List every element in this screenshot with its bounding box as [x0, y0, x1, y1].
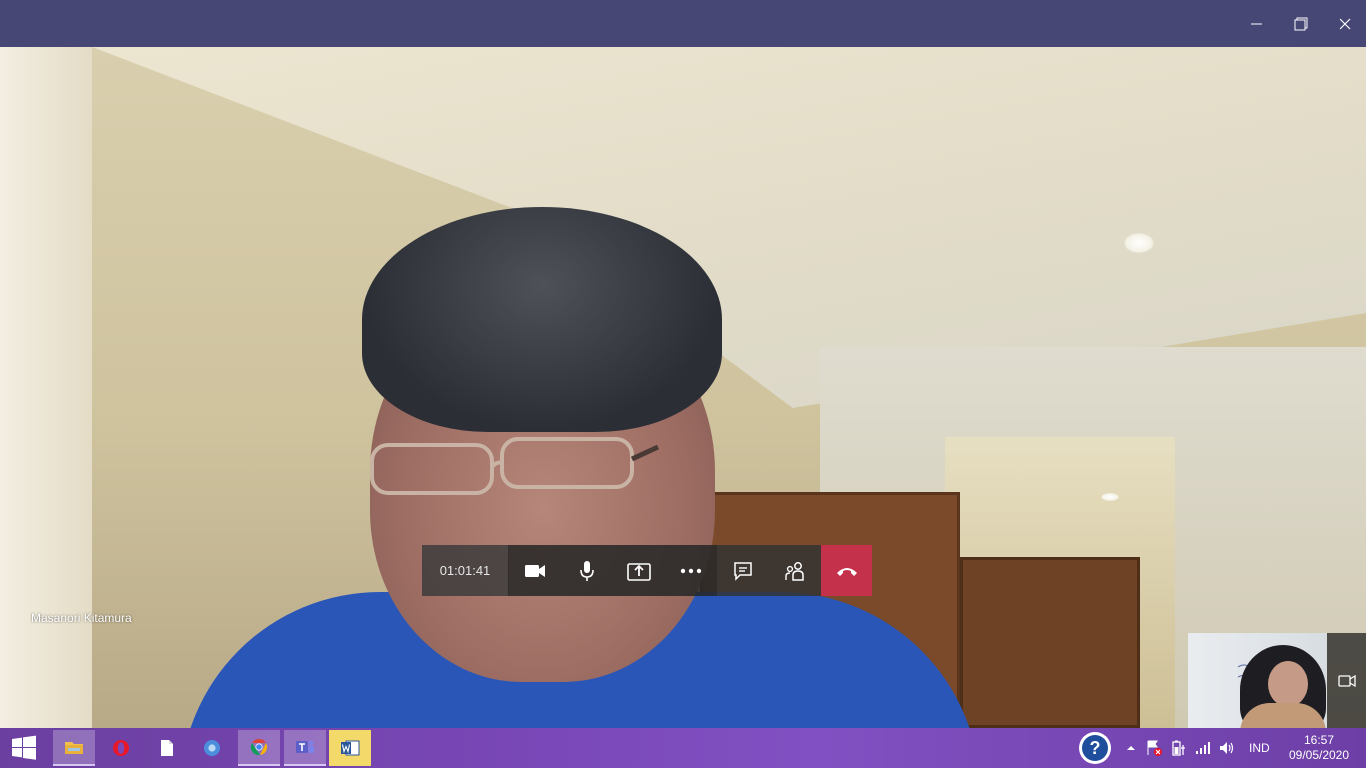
- participant-hair: [362, 207, 722, 432]
- self-video-preview[interactable]: [1188, 633, 1327, 728]
- remote-video: Masanori Kitamura 01:01:41: [0, 47, 1366, 728]
- restore-icon: [1294, 17, 1308, 30]
- close-icon: [1339, 18, 1351, 29]
- taskbar-opera[interactable]: [100, 730, 142, 766]
- signal-icon: [1196, 742, 1210, 754]
- call-controls: 01:01:41: [422, 545, 873, 596]
- share-screen-button[interactable]: [613, 545, 665, 596]
- close-button[interactable]: [1323, 0, 1366, 47]
- chromium-icon: [204, 740, 220, 756]
- more-options-button[interactable]: [665, 545, 717, 596]
- clock-date: 09/05/2020: [1288, 748, 1350, 762]
- document-icon: [161, 740, 173, 756]
- background-shelf-right: [960, 557, 1140, 728]
- more-options-icon: [680, 568, 702, 573]
- share-screen-icon: [627, 562, 651, 581]
- svg-text:?: ?: [1090, 738, 1101, 758]
- flag-alert-icon: [1147, 740, 1162, 756]
- chat-icon: [734, 561, 752, 581]
- microphone-icon: [580, 560, 594, 581]
- speaker-icon: [1220, 742, 1234, 754]
- file-explorer-icon: [65, 742, 83, 754]
- title-bar: [0, 0, 1366, 47]
- network-button[interactable]: [1193, 738, 1213, 758]
- action-center-button[interactable]: [1144, 738, 1164, 758]
- camera-button[interactable]: [509, 545, 561, 596]
- battery-plug-icon: [1172, 740, 1185, 756]
- help-tray-button[interactable]: ?: [1079, 732, 1111, 764]
- taskbar-word[interactable]: [329, 730, 371, 766]
- background-wall: [0, 47, 92, 728]
- help-icon: ?: [1082, 735, 1108, 761]
- hang-up-button[interactable]: [821, 545, 872, 596]
- input-language[interactable]: IND: [1249, 728, 1270, 768]
- teams-icon: [296, 740, 314, 753]
- ceiling-light: [1124, 233, 1154, 253]
- clock-time: 16:57: [1303, 733, 1335, 747]
- minimize-icon: [1251, 23, 1262, 24]
- camera-switch-icon: [1337, 674, 1356, 687]
- battery-button[interactable]: [1169, 738, 1189, 758]
- participant-glasses: [370, 437, 660, 495]
- word-icon: [341, 740, 360, 756]
- chevron-up-icon: [1127, 746, 1135, 750]
- participant-name-label: Masanori Kitamura: [31, 611, 132, 625]
- minimize-button[interactable]: [1235, 0, 1279, 47]
- call-duration: 01:01:41: [422, 545, 509, 596]
- participants-icon: [785, 561, 804, 581]
- windows-logo-icon: [12, 735, 36, 760]
- self-face: [1268, 661, 1308, 707]
- taskbar-file-explorer[interactable]: [53, 730, 95, 766]
- hang-up-icon: [836, 567, 857, 576]
- microphone-button[interactable]: [561, 545, 613, 596]
- camera-toggle-button[interactable]: [1327, 633, 1366, 728]
- taskbar-document[interactable]: [146, 730, 188, 766]
- chat-button[interactable]: [717, 545, 769, 596]
- call-controls-secondary: [717, 545, 872, 596]
- taskbar-teams[interactable]: [284, 730, 326, 766]
- camera-icon: [525, 564, 545, 577]
- volume-button[interactable]: [1217, 738, 1237, 758]
- taskbar: ? IND 16:57 09/05/2020: [0, 728, 1366, 768]
- taskbar-chrome[interactable]: [238, 730, 280, 766]
- show-hidden-icons-button[interactable]: [1121, 738, 1141, 758]
- participants-button[interactable]: [769, 545, 821, 596]
- chrome-icon: [250, 738, 268, 756]
- restore-button[interactable]: [1279, 0, 1323, 47]
- taskbar-chromium[interactable]: [191, 730, 233, 766]
- opera-icon: [113, 740, 129, 756]
- call-controls-main: [509, 545, 717, 596]
- start-button[interactable]: [0, 728, 48, 768]
- taskbar-clock[interactable]: 16:57 09/05/2020: [1281, 733, 1357, 763]
- corridor-light: [1101, 493, 1119, 501]
